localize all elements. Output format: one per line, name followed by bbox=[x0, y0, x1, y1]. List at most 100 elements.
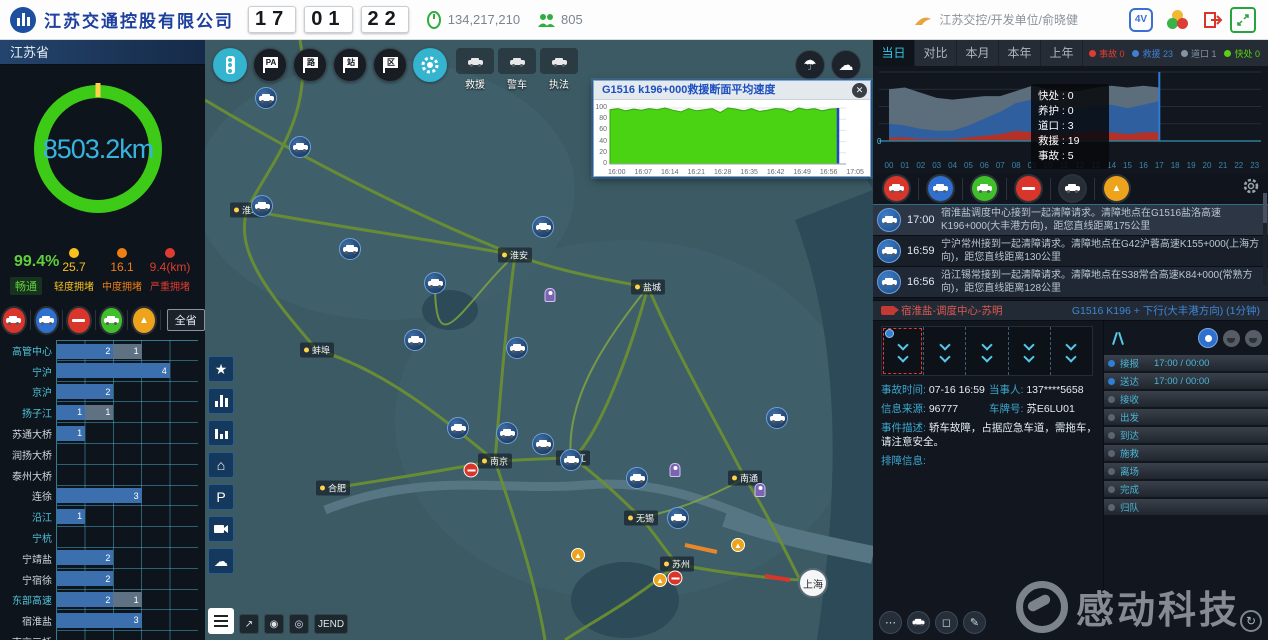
bar-row[interactable]: 沿江1 bbox=[0, 506, 205, 527]
locate-arrow-icon[interactable]: ↗ bbox=[239, 614, 259, 634]
tab-上年[interactable]: 上年 bbox=[1041, 40, 1083, 66]
vehicle-toggle-执法[interactable]: 执法 bbox=[539, 48, 579, 91]
column-chart-icon[interactable] bbox=[208, 420, 234, 446]
4v-badge-icon[interactable]: 4V bbox=[1129, 8, 1153, 32]
home-icon[interactable]: ⌂ bbox=[208, 452, 234, 478]
cluster-marker[interactable] bbox=[496, 422, 518, 444]
compose-icon[interactable]: ✎ bbox=[963, 611, 986, 634]
dome-camera-icon[interactable] bbox=[1245, 330, 1262, 347]
bar-row[interactable]: 宁杭 bbox=[0, 527, 205, 548]
list-settings-gear-icon[interactable] bbox=[1242, 177, 1260, 200]
cluster-marker[interactable] bbox=[532, 433, 554, 455]
quick-clear-filter-icon[interactable] bbox=[101, 308, 123, 333]
cluster-marker[interactable] bbox=[289, 136, 311, 158]
dome-camera-icon[interactable] bbox=[1223, 330, 1240, 347]
event-row[interactable]: 16:59宁沪常州接到一起清障请求。清障地点在G42沪蓉高速K155+000(上… bbox=[873, 236, 1268, 267]
bar-row[interactable]: 宿淮盐3 bbox=[0, 610, 205, 631]
cluster-marker[interactable] bbox=[447, 417, 469, 439]
map-flag-button-站[interactable]: 站 bbox=[333, 48, 367, 82]
province-map[interactable]: PA路站区 救援警车执法 ☂ ☁ G1516 k196+000救援断面平均速度 … bbox=[205, 40, 873, 640]
parking-icon[interactable]: P bbox=[208, 484, 234, 510]
weather-cloud-button[interactable]: ☁ bbox=[831, 50, 861, 80]
province-title[interactable]: 江苏省 bbox=[0, 40, 205, 65]
bar-row[interactable]: 苏通大桥1 bbox=[0, 423, 205, 444]
cluster-marker[interactable] bbox=[506, 337, 528, 359]
vehicle-toggle-救援[interactable]: 救援 bbox=[455, 48, 495, 91]
bar-row[interactable]: 宁宿徐2 bbox=[0, 569, 205, 590]
event-row[interactable]: 17:00宿淮盐调度中心接到一起清障请求。清障地点在G1516盐洛高速K196+… bbox=[873, 205, 1268, 236]
incident-location-title[interactable]: G1516 K196 + 下行(大丰港方向) (1分钟) bbox=[1072, 303, 1260, 318]
logout-icon[interactable] bbox=[1203, 11, 1223, 29]
refresh-icon[interactable]: ↻ bbox=[1240, 610, 1262, 632]
bar-row[interactable]: 扬子江11 bbox=[0, 402, 205, 423]
color-dots-icon[interactable] bbox=[1167, 10, 1189, 30]
accident-filter-icon[interactable] bbox=[3, 308, 25, 333]
close-icon[interactable]: ✕ bbox=[852, 83, 867, 98]
bar-row[interactable]: 宁靖盐2 bbox=[0, 548, 205, 569]
all-province-button[interactable]: 全省 bbox=[167, 309, 205, 331]
vehicle-chat-icon[interactable] bbox=[907, 611, 930, 634]
camera-marker[interactable] bbox=[545, 288, 556, 302]
bar-chart-icon[interactable] bbox=[208, 388, 234, 414]
chat-bubble-icon[interactable]: ◻ bbox=[935, 611, 958, 634]
visibility-icon[interactable]: ◉ bbox=[264, 614, 284, 634]
cluster-marker[interactable] bbox=[339, 238, 361, 260]
tab-当日[interactable]: 当日 bbox=[873, 40, 915, 66]
map-settings-button[interactable] bbox=[413, 48, 447, 82]
apps-grid-icon[interactable] bbox=[1095, 10, 1115, 30]
step-row[interactable]: 送达17:00 / 00:00 bbox=[1104, 373, 1268, 389]
step-row[interactable]: 到达 bbox=[1104, 427, 1268, 443]
cluster-marker[interactable] bbox=[532, 216, 554, 238]
congestion-event-icon[interactable] bbox=[1060, 176, 1085, 201]
cluster-marker[interactable] bbox=[424, 272, 446, 294]
cluster-marker[interactable] bbox=[667, 507, 689, 529]
tab-对比[interactable]: 对比 bbox=[915, 40, 957, 66]
bar-row[interactable]: 东部高速21 bbox=[0, 590, 205, 611]
camera-marker[interactable] bbox=[755, 483, 766, 497]
event-row[interactable]: 16:56沿江锡常接到一起清障请求。清障地点在S38常合高速K84+000(常熟… bbox=[873, 267, 1268, 298]
cluster-marker[interactable] bbox=[626, 467, 648, 489]
closure-marker[interactable] bbox=[668, 571, 683, 586]
jend-badge[interactable]: JEND bbox=[314, 614, 348, 634]
favorites-star-icon[interactable]: ★ bbox=[208, 356, 234, 382]
shanghai-map-button[interactable]: 上海 bbox=[798, 568, 828, 598]
vehicle-toggle-警车[interactable]: 警车 bbox=[497, 48, 537, 91]
bar-row[interactable]: 连徐3 bbox=[0, 486, 205, 507]
construction-filter-icon[interactable]: ▲ bbox=[133, 308, 155, 333]
step-row[interactable]: 离场 bbox=[1104, 463, 1268, 479]
bar-row[interactable]: 宁沪4 bbox=[0, 361, 205, 382]
closure-marker[interactable] bbox=[464, 463, 479, 478]
bar-row[interactable]: 高管中心21 bbox=[0, 340, 205, 361]
tab-本年[interactable]: 本年 bbox=[999, 40, 1041, 66]
bar-row[interactable]: 润扬大桥 bbox=[0, 444, 205, 465]
rescue-filter-icon[interactable] bbox=[36, 308, 58, 333]
cluster-marker[interactable] bbox=[560, 449, 582, 471]
construction-marker[interactable]: ▲ bbox=[731, 538, 745, 552]
tab-本月[interactable]: 本月 bbox=[957, 40, 999, 66]
bar-row[interactable]: 泰州大桥 bbox=[0, 465, 205, 486]
bar-row[interactable]: 南京三桥 bbox=[0, 631, 205, 640]
construction-event-icon[interactable]: ▲ bbox=[1104, 176, 1129, 201]
step-row[interactable]: 出发 bbox=[1104, 409, 1268, 425]
cluster-marker[interactable] bbox=[404, 329, 426, 351]
ball-camera-icon[interactable] bbox=[1198, 328, 1218, 348]
step-row[interactable]: 接报17:00 / 00:00 bbox=[1104, 355, 1268, 371]
cloud-icon[interactable]: ☁ bbox=[208, 548, 234, 574]
step-row[interactable]: 施救 bbox=[1104, 445, 1268, 461]
fullscreen-icon[interactable] bbox=[1230, 7, 1256, 33]
accident-event-icon[interactable] bbox=[884, 176, 909, 201]
target-icon[interactable]: ◎ bbox=[289, 614, 309, 634]
traffic-light-layer-button[interactable] bbox=[213, 48, 247, 82]
quick-clear-event-icon[interactable] bbox=[972, 176, 997, 201]
map-menu-button[interactable] bbox=[208, 608, 234, 634]
closure-filter-icon[interactable] bbox=[68, 308, 90, 333]
rescue-event-icon[interactable] bbox=[928, 176, 953, 201]
cluster-marker[interactable] bbox=[251, 195, 273, 217]
step-row[interactable]: 归队 bbox=[1104, 499, 1268, 515]
camera-feed-title[interactable]: 宿淮盐-调度中心-苏明 bbox=[901, 303, 1003, 318]
cluster-marker[interactable] bbox=[766, 407, 788, 429]
map-flag-button-区[interactable]: 区 bbox=[373, 48, 407, 82]
construction-marker[interactable]: ▲ bbox=[653, 573, 667, 587]
map-flag-button-PA[interactable]: PA bbox=[253, 48, 287, 82]
closure-event-icon[interactable] bbox=[1016, 176, 1041, 201]
